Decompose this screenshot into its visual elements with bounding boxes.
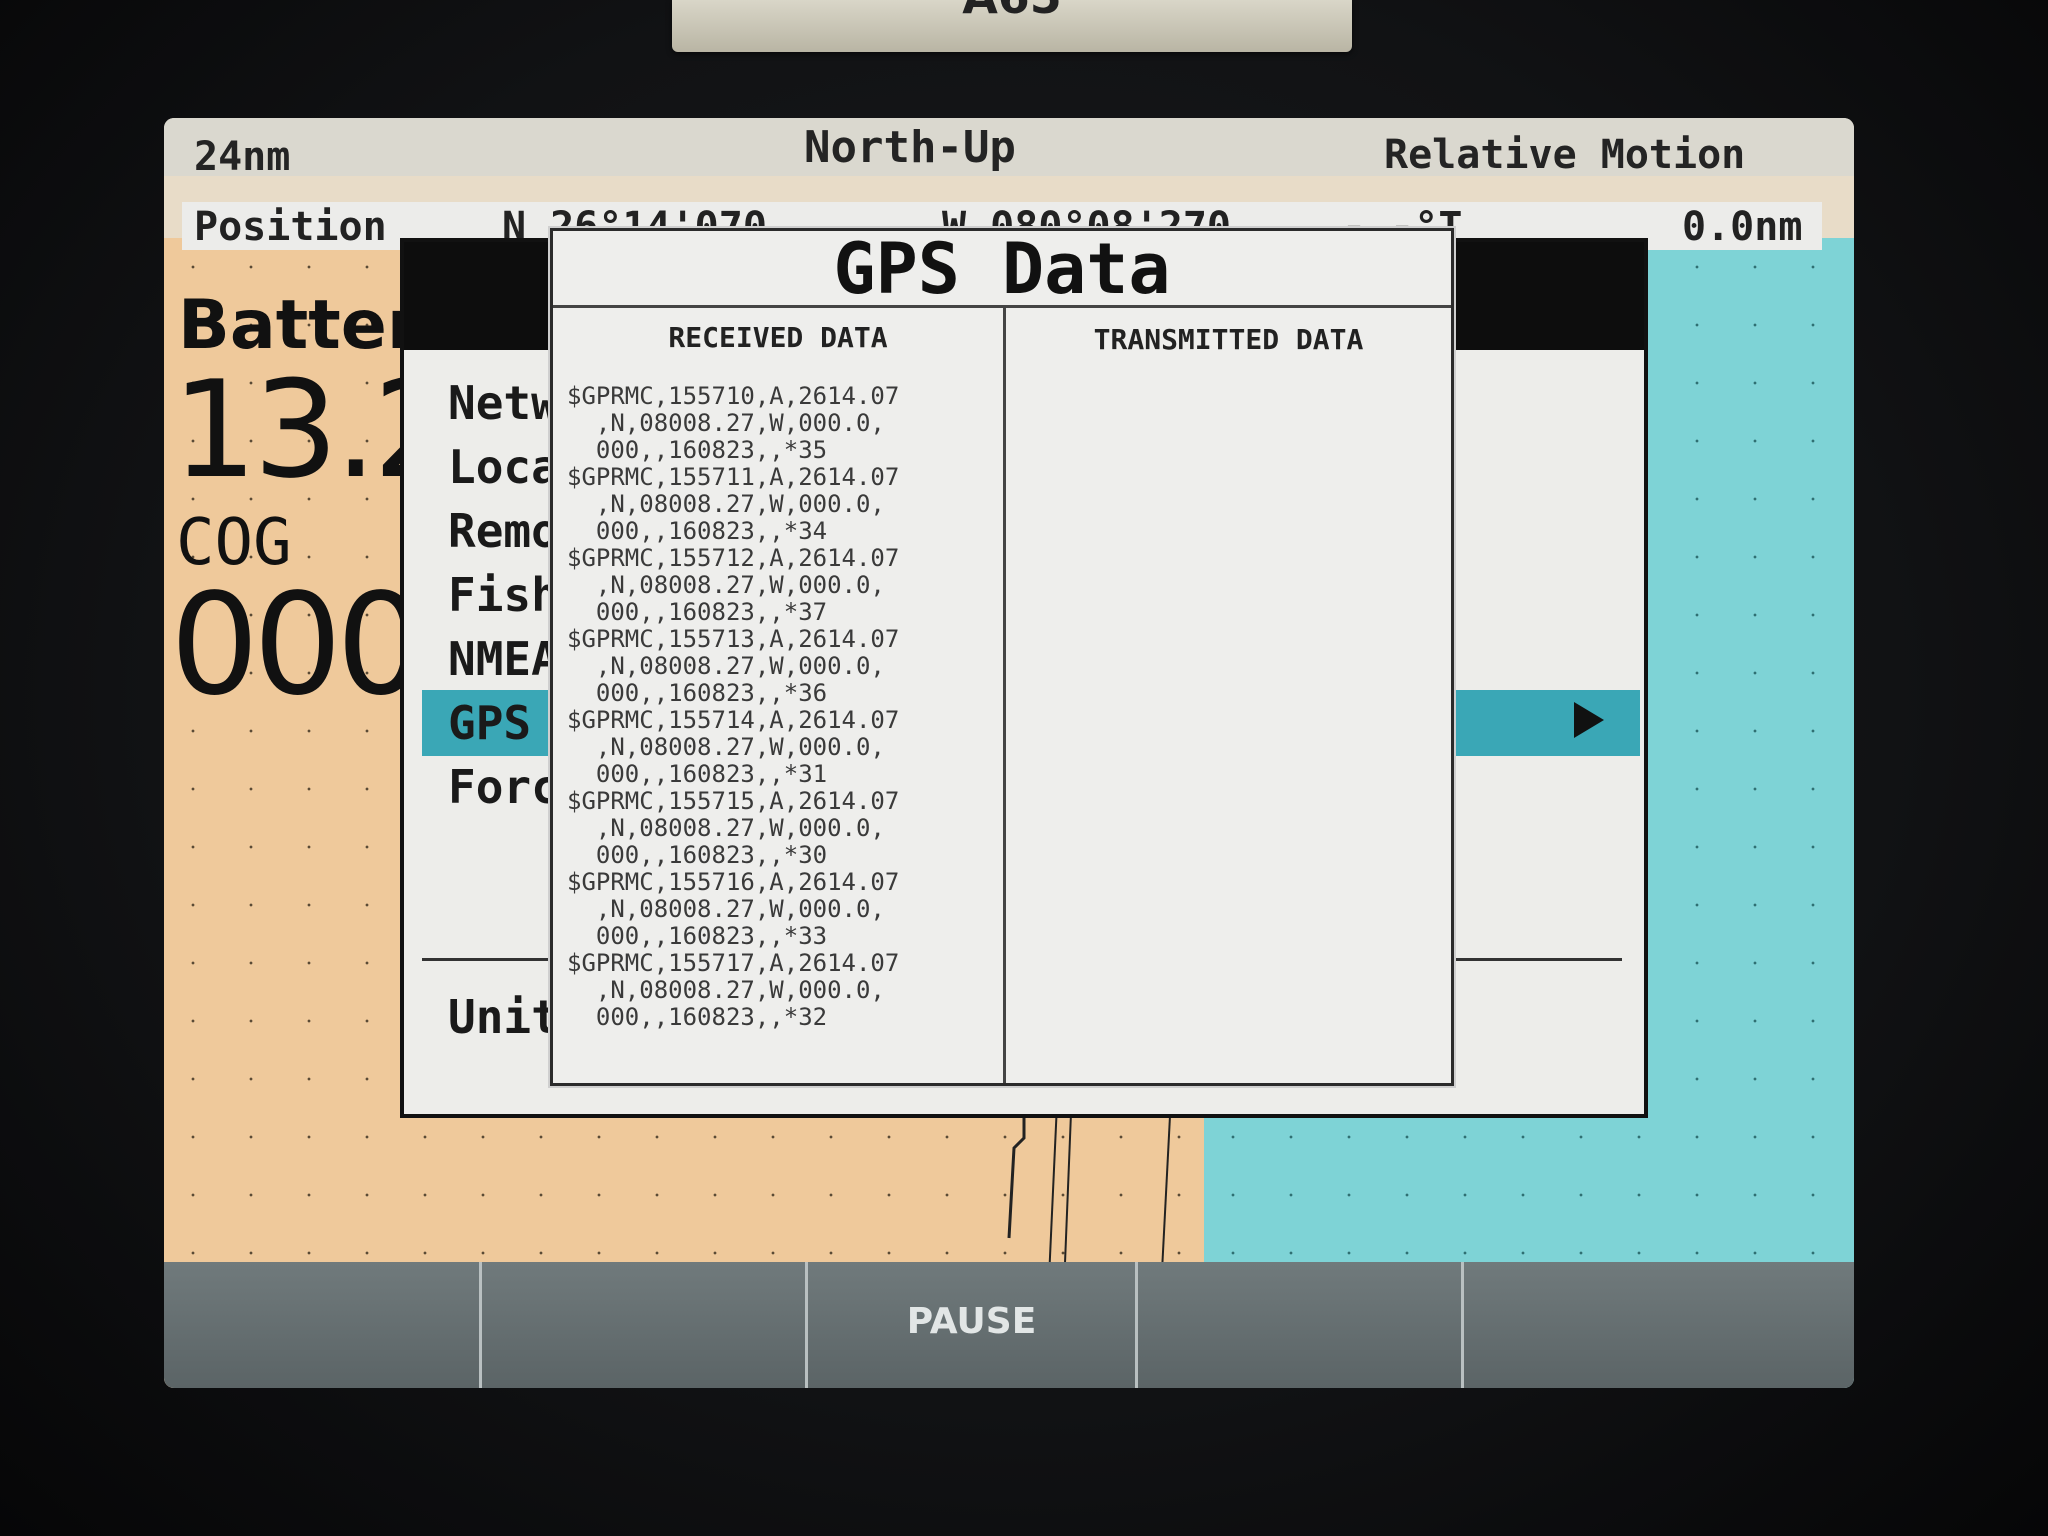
nmea-sentence-line: 000,,160823,,*36 (567, 679, 828, 707)
nmea-sentence-line: 000,,160823,,*31 (567, 760, 828, 788)
menu-item-label: Remo (448, 504, 559, 558)
gps-data-dialog: GPS Data RECEIVED DATA TRANSMITTED DATA … (550, 228, 1454, 1086)
nmea-sentence-line: $GPRMC,155713,A,2614.07 (567, 625, 900, 653)
chartplotter-screen: 24nm North-Up Relative Motion Position N… (164, 118, 1854, 1388)
nmea-sentence-line: $GPRMC,155716,A,2614.07 (567, 868, 900, 896)
menu-item-label: GPS (448, 696, 532, 750)
pause-button[interactable]: PAUSE (808, 1262, 1138, 1388)
nmea-sentence-line: 000,,160823,,*34 (567, 517, 828, 545)
menu-item-label: Fish (448, 568, 559, 622)
softkey-label: PAUSE (906, 1301, 1037, 1342)
status-bar: 24nm North-Up Relative Motion (164, 118, 1854, 180)
nmea-sentence-line: 000,,160823,,*32 (567, 1003, 828, 1031)
cog-value: 000 (170, 564, 425, 727)
received-data-header: RECEIVED DATA (668, 321, 888, 354)
orientation-mode[interactable]: North-Up (804, 122, 1016, 173)
nmea-sentence-line: $GPRMC,155711,A,2614.07 (567, 463, 900, 491)
nmea-sentence-line: 000,,160823,,*33 (567, 922, 828, 950)
nmea-sentence-line: ,N,08008.27,W,000.0, (567, 895, 885, 923)
softkey-4[interactable] (1138, 1262, 1464, 1388)
nmea-sentence-line: $GPRMC,155710,A,2614.07 (567, 382, 900, 410)
nmea-sentence-line: 000,,160823,,*30 (567, 841, 828, 869)
menu-item-label: NMEA (448, 632, 559, 686)
device-bezel: A65 24nm North-Up Relative Motion Positi… (0, 0, 2048, 1536)
dialog-title: GPS Data (553, 231, 1451, 308)
play-arrow-icon (1574, 702, 1604, 738)
softkey-1[interactable] (164, 1262, 482, 1388)
received-data-list[interactable]: $GPRMC,155710,A,2614.07 ,N,08008.27,W,00… (567, 383, 997, 1031)
transmitted-data-header: TRANSMITTED DATA (1093, 323, 1364, 356)
distance-readout: 0.0nm (1682, 204, 1803, 250)
softkey-5[interactable] (1464, 1262, 1854, 1388)
position-label: Position (194, 204, 387, 250)
motion-mode[interactable]: Relative Motion (1384, 132, 1745, 178)
softkey-bar: PAUSE (164, 1262, 1854, 1388)
nmea-sentence-line: $GPRMC,155715,A,2614.07 (567, 787, 900, 815)
nmea-sentence-line: 000,,160823,,*35 (567, 436, 828, 464)
softkey-2[interactable] (482, 1262, 808, 1388)
menu-item-label: Forc (448, 760, 559, 814)
column-divider (1003, 307, 1006, 1083)
nmea-sentence-line: $GPRMC,155717,A,2614.07 (567, 949, 900, 977)
nmea-sentence-line: 000,,160823,,*37 (567, 598, 828, 626)
nmea-sentence-line: ,N,08008.27,W,000.0, (567, 976, 885, 1004)
menu-item-label: Loca (448, 440, 559, 494)
nmea-sentence-line: ,N,08008.27,W,000.0, (567, 733, 885, 761)
menu-item-label: Netw (448, 376, 559, 430)
menu-item-label: Unit (448, 990, 559, 1044)
nmea-sentence-line: ,N,08008.27,W,000.0, (567, 571, 885, 599)
nmea-sentence-line: $GPRMC,155714,A,2614.07 (567, 706, 900, 734)
range-readout[interactable]: 24nm (194, 134, 290, 180)
nmea-sentence-line: ,N,08008.27,W,000.0, (567, 490, 885, 518)
device-model-text: A65 (672, 0, 1352, 24)
nmea-sentence-line: ,N,08008.27,W,000.0, (567, 652, 885, 680)
nmea-sentence-line: ,N,08008.27,W,000.0, (567, 814, 885, 842)
nmea-sentence-line: ,N,08008.27,W,000.0, (567, 409, 885, 437)
nmea-sentence-line: $GPRMC,155712,A,2614.07 (567, 544, 900, 572)
device-model-label: A65 (672, 0, 1352, 52)
